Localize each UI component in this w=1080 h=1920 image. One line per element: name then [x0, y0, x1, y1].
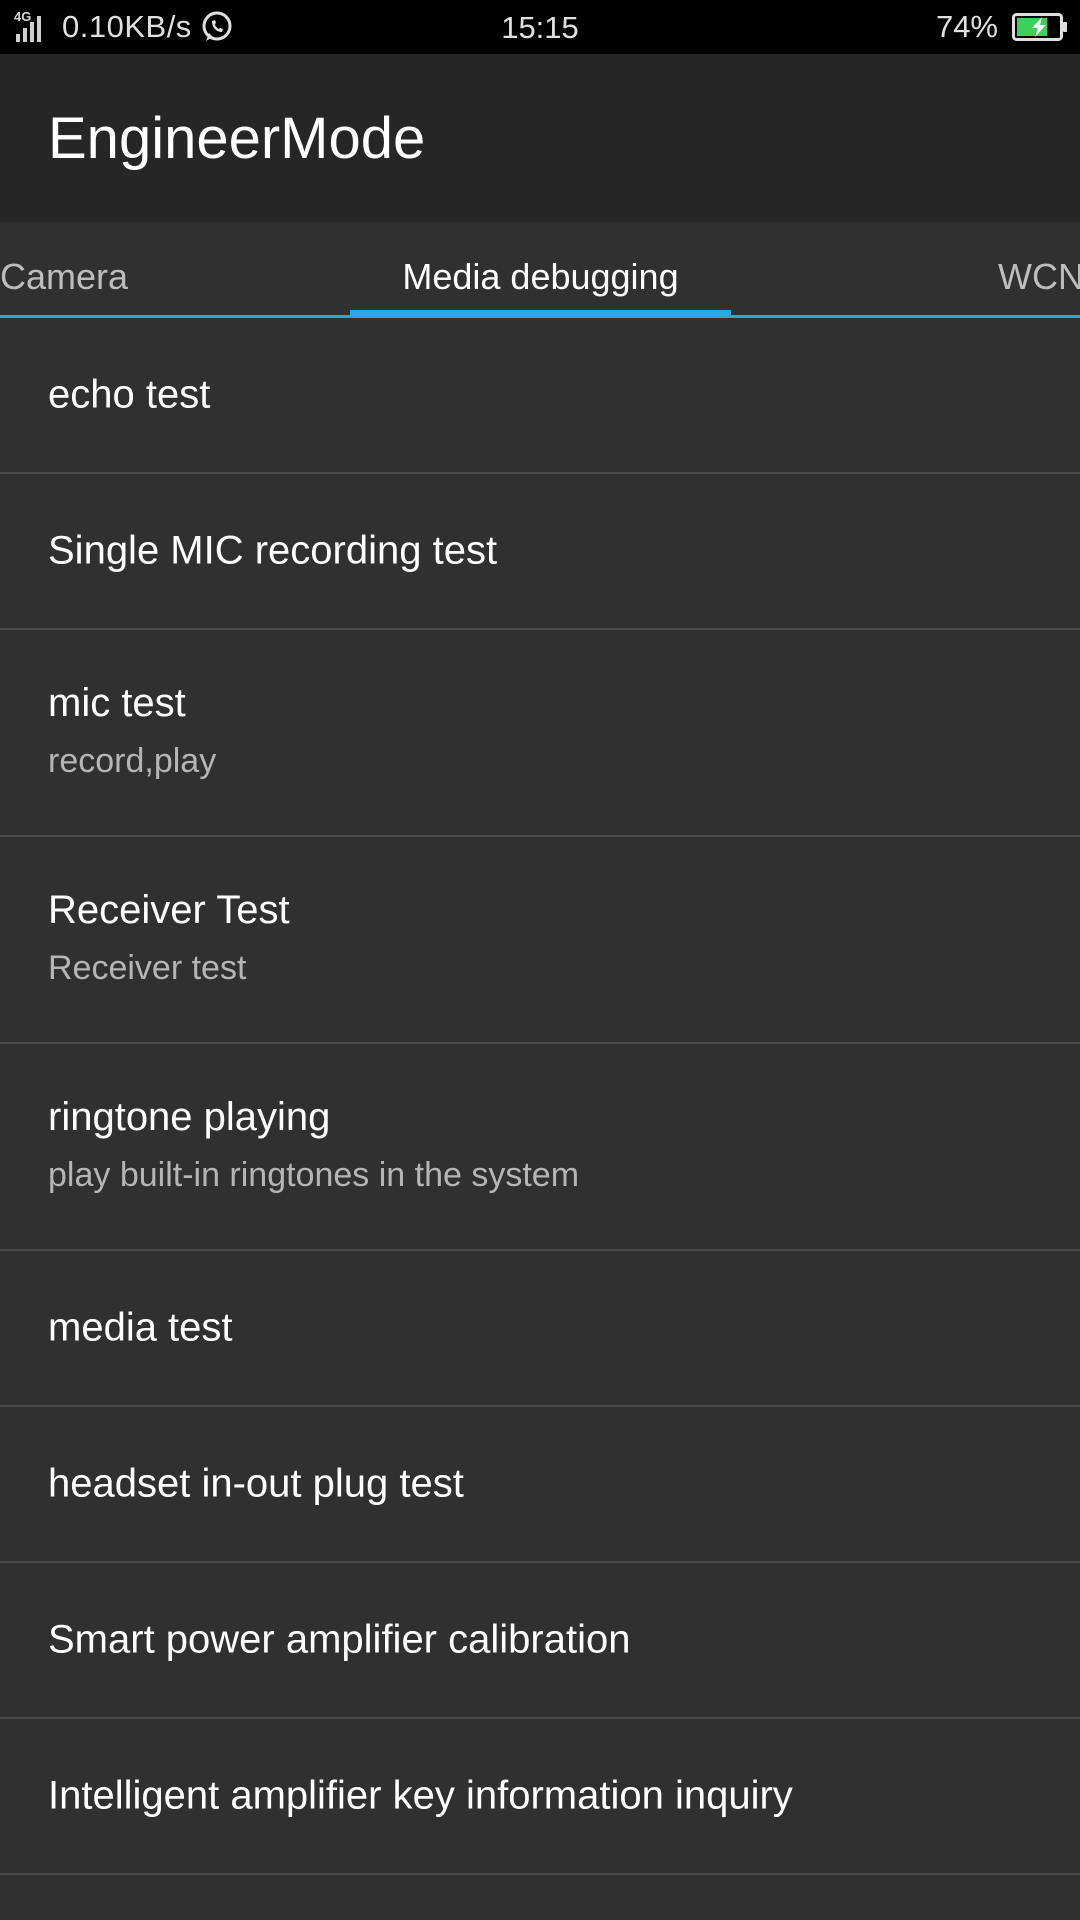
- list-item-title: Smart power amplifier calibration: [48, 1617, 631, 1662]
- list-item-title: headset in-out plug test: [48, 1461, 464, 1506]
- list-item-smart-pa-calibration[interactable]: Smart power amplifier calibration: [0, 1563, 1080, 1719]
- list-item-subtitle: play built-in ringtones in the system: [48, 1156, 580, 1194]
- tab-indicator: [350, 310, 731, 318]
- screen: 4G 0.10KB/s 15:15 74% EngineerMode Camer…: [0, 0, 1080, 1920]
- list-item-mic-test[interactable]: mic test record,play: [0, 630, 1080, 837]
- list-item-ringtone-playing[interactable]: ringtone playing play built-in ringtones…: [0, 1044, 1080, 1251]
- tab-camera[interactable]: Camera: [0, 222, 128, 318]
- list-item-amplifier-key-info-inquiry[interactable]: Intelligent amplifier key information in…: [0, 1719, 1080, 1875]
- app-title: EngineerMode: [48, 106, 426, 171]
- list-item-headset-plug-test[interactable]: headset in-out plug test: [0, 1407, 1080, 1563]
- list-item-title: echo test: [48, 372, 211, 417]
- list-item-title: mic test: [48, 681, 186, 725]
- list-item-echo-test[interactable]: echo test: [0, 318, 1080, 474]
- status-bar: 4G 0.10KB/s 15:15 74%: [0, 0, 1080, 54]
- list-item-single-mic-recording-test[interactable]: Single MIC recording test: [0, 474, 1080, 630]
- status-right: 74%: [936, 0, 1068, 54]
- list-item-subtitle: record,play: [48, 742, 217, 780]
- list-item-title: ringtone playing: [48, 1095, 331, 1139]
- list-item-media-test[interactable]: media test: [0, 1251, 1080, 1407]
- list-item-subtitle: Receiver test: [48, 949, 247, 987]
- app-bar: EngineerMode: [0, 54, 1080, 222]
- tab-media-debugging[interactable]: Media debugging: [350, 222, 731, 318]
- list-item-title: Intelligent amplifier key information in…: [48, 1773, 793, 1818]
- list-item-title: Receiver Test: [48, 888, 290, 932]
- tab-bar: Camera Media debugging WCN: [0, 222, 1080, 318]
- battery-icon: [1012, 13, 1067, 41]
- battery-percent: 74%: [935, 9, 998, 44]
- list-item-receiver-test[interactable]: Receiver Test Receiver test: [0, 837, 1080, 1044]
- list-item-title: media test: [48, 1305, 233, 1350]
- tab-wcn[interactable]: WCN: [998, 222, 1080, 318]
- clock: 15:15: [501, 10, 579, 45]
- test-list: echo test Single MIC recording test mic …: [0, 318, 1080, 1875]
- list-item-title: Single MIC recording test: [48, 528, 498, 573]
